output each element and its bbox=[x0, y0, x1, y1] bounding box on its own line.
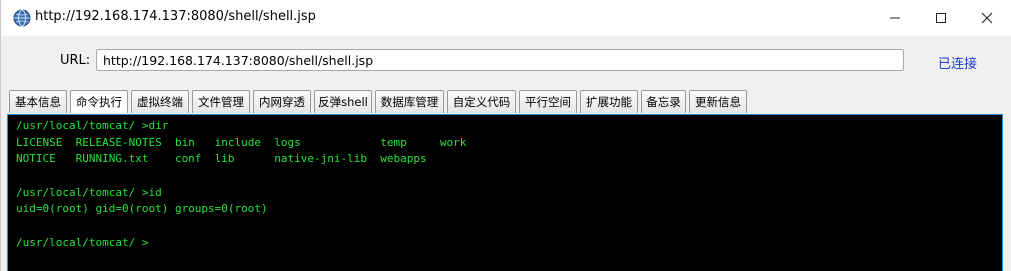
tab-command-exec[interactable]: 命令执行 bbox=[70, 90, 128, 113]
tab-intranet-tunnel[interactable]: 内网穿透 bbox=[253, 90, 311, 113]
connection-status-link[interactable]: 已连接 bbox=[938, 53, 977, 72]
tab-extensions[interactable]: 扩展功能 bbox=[580, 90, 638, 113]
close-button[interactable] bbox=[964, 0, 1010, 36]
terminal-line: LICENSE RELEASE-NOTES bin include logs t… bbox=[16, 135, 467, 149]
title-bar[interactable]: http://192.168.174.137:8080/shell/shell.… bbox=[1, 0, 1011, 36]
tab-basic-info[interactable]: 基本信息 bbox=[9, 90, 67, 113]
window-title: http://192.168.174.137:8080/shell/shell.… bbox=[35, 9, 316, 24]
tab-update-info[interactable]: 更新信息 bbox=[689, 90, 747, 113]
maximize-icon bbox=[936, 13, 946, 23]
terminal-output[interactable]: /usr/local/tomcat/ >dir LICENSE RELEASE-… bbox=[7, 114, 1003, 271]
url-label: URL: bbox=[60, 53, 91, 68]
tab-reverse-shell[interactable]: 反弹shell bbox=[314, 90, 372, 113]
app-window: http://192.168.174.137:8080/shell/shell.… bbox=[0, 0, 1011, 271]
terminal-line: NOTICE RUNNING.txt conf lib native-jni-l… bbox=[16, 152, 427, 166]
tab-bar: 基本信息 命令执行 虚拟终端 文件管理 内网穿透 反弹shell 数据库管理 自… bbox=[9, 90, 1009, 114]
minimize-icon bbox=[890, 17, 900, 19]
address-bar: URL: 已连接 bbox=[1, 36, 1011, 86]
terminal-prompt-line[interactable]: /usr/local/tomcat/ > bbox=[16, 235, 994, 252]
terminal-line: uid=0(root) gid=0(root) groups=0(root) bbox=[16, 202, 268, 216]
tab-parallel-space[interactable]: 平行空间 bbox=[519, 90, 577, 113]
close-icon bbox=[981, 12, 993, 24]
maximize-button[interactable] bbox=[918, 0, 964, 36]
tab-memo[interactable]: 备忘录 bbox=[641, 90, 686, 113]
minimize-button[interactable] bbox=[872, 0, 918, 36]
tab-database-manager[interactable]: 数据库管理 bbox=[375, 90, 444, 113]
app-globe-icon bbox=[13, 9, 31, 27]
url-input[interactable] bbox=[96, 49, 904, 71]
tab-file-manager[interactable]: 文件管理 bbox=[192, 90, 250, 113]
tab-custom-code[interactable]: 自定义代码 bbox=[447, 90, 516, 113]
terminal-line: /usr/local/tomcat/ >dir bbox=[16, 119, 169, 132]
terminal-line: /usr/local/tomcat/ >id bbox=[16, 185, 162, 199]
window-right-edge bbox=[1003, 114, 1011, 271]
tab-virtual-terminal[interactable]: 虚拟终端 bbox=[131, 90, 189, 113]
